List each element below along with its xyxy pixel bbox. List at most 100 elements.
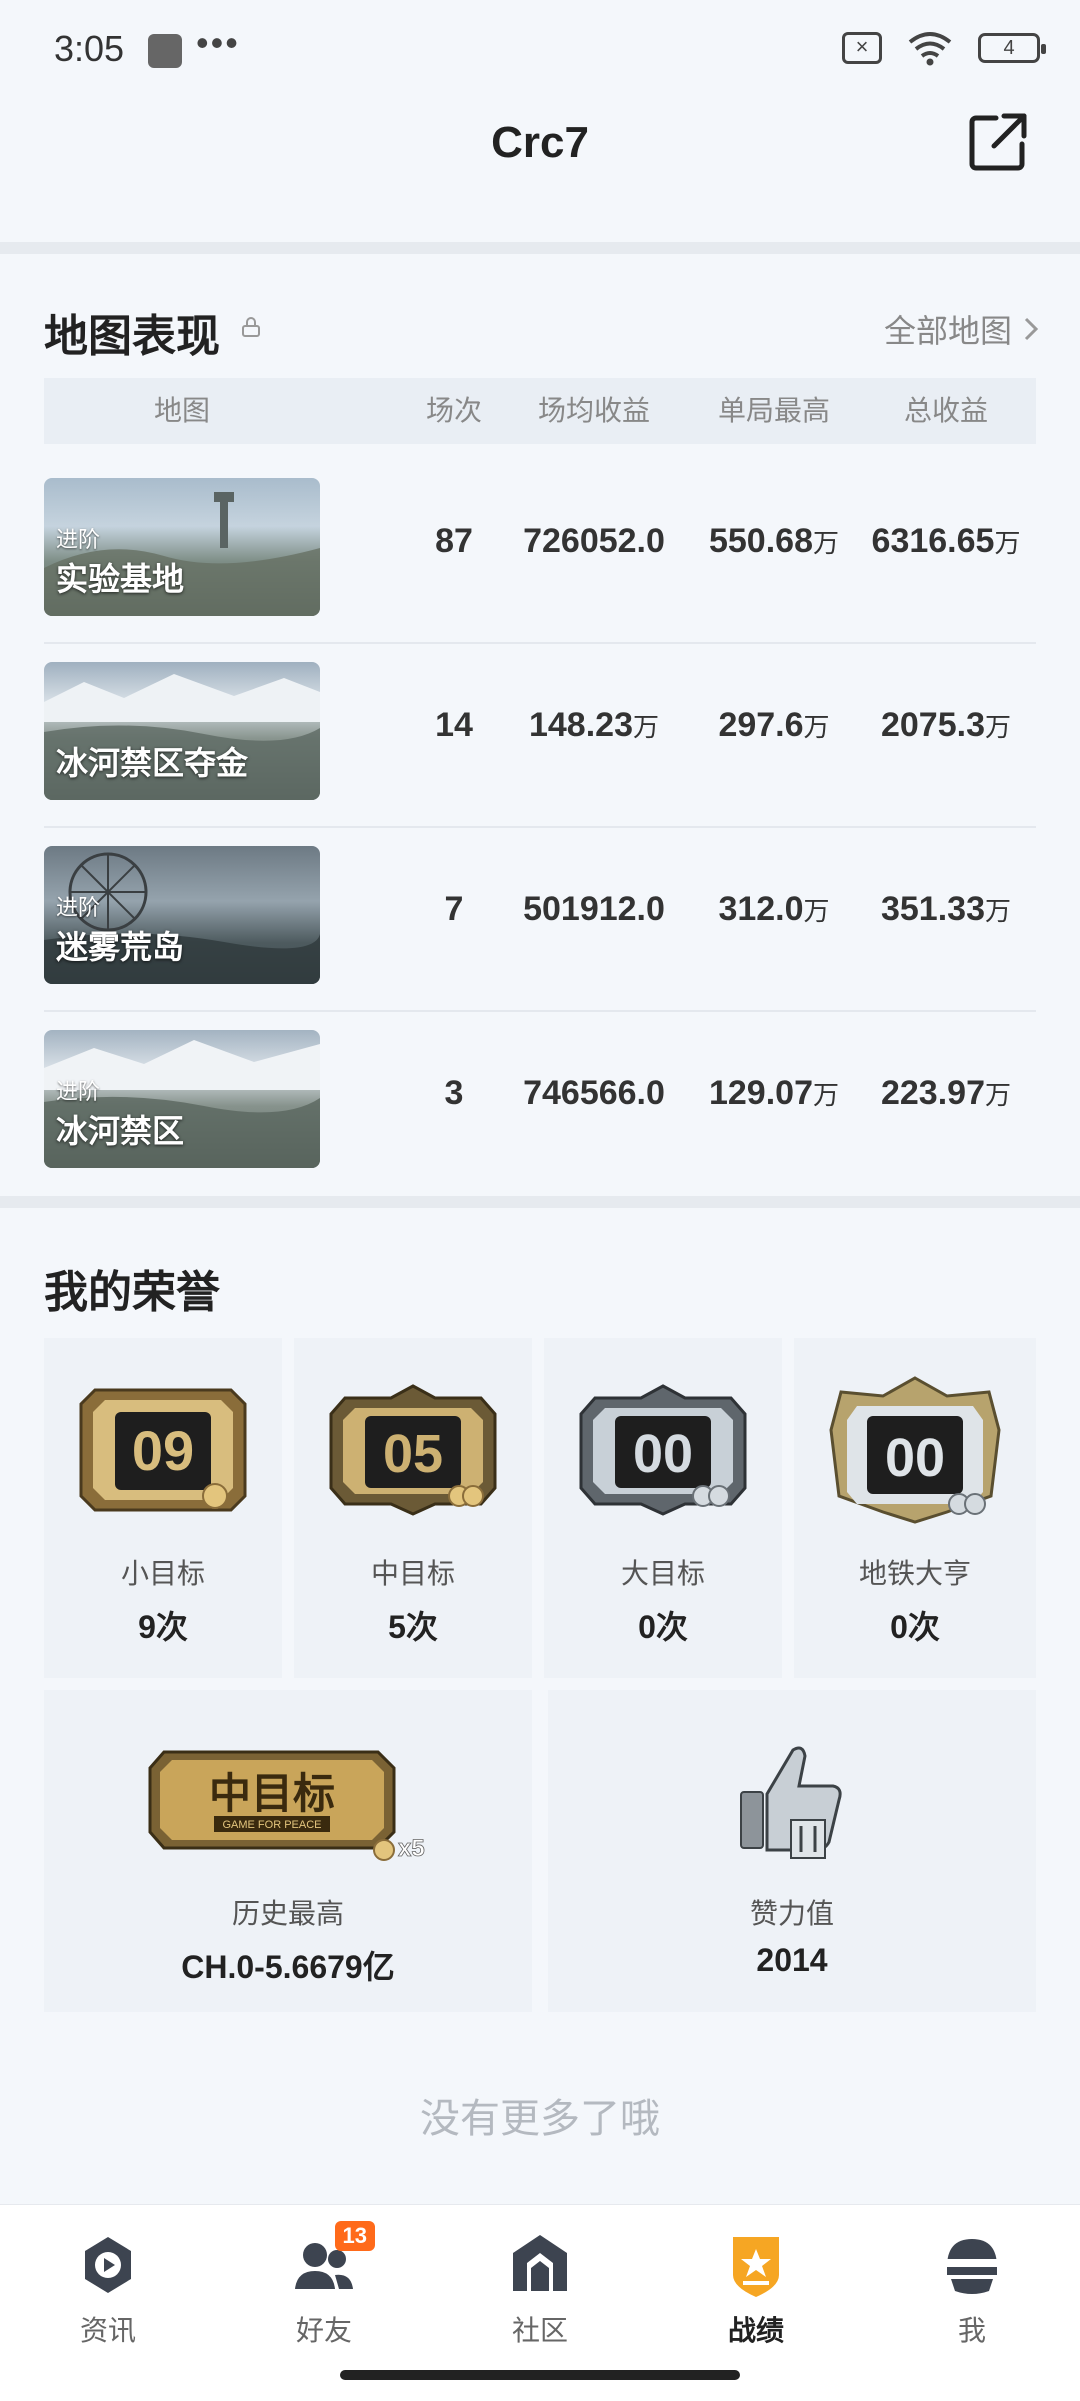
map-mode-label: 进阶 (56, 1079, 101, 1104)
small-target-badge-icon: 09 (79, 1388, 247, 1512)
map-name: 实验基地 (56, 561, 185, 597)
likes-card[interactable]: 赞力值 2014 (548, 1690, 1036, 2012)
profile-icon (937, 2231, 1007, 2301)
honor-label: 大目标 (620, 1558, 705, 1589)
honor-count: 0次 (890, 1609, 940, 1645)
total-value: 2075.3万 (856, 706, 1036, 745)
total-number: 351.33 (880, 890, 985, 928)
avg-number: 501912.0 (523, 890, 665, 928)
best-number: 129.07 (708, 1074, 813, 1112)
honor-card-metro-tycoon[interactable]: 00 地铁大亨 0次 (794, 1338, 1036, 1678)
likes-value: 2014 (756, 1942, 828, 1978)
best-number: 297.6 (718, 706, 804, 744)
total-number: 6316.65 (871, 522, 995, 560)
nav-item-community[interactable]: 社区 (460, 2231, 620, 2349)
section-divider (0, 242, 1080, 254)
share-icon[interactable] (966, 110, 1030, 174)
avg-value: 746566.0 (484, 1074, 704, 1113)
map-thumbnail: 进阶 冰河禁区 (44, 1030, 320, 1168)
battery-icon: 4 (978, 33, 1046, 63)
status-bar: 3:05 ••• × 4 (0, 0, 1080, 100)
news-icon (73, 2231, 143, 2301)
likes-label: 赞力值 (749, 1898, 834, 1929)
total-value: 6316.65万 (856, 522, 1036, 561)
map-row[interactable]: 进阶 冰河禁区 3 746566.0 129.07万 223.97万 (44, 1012, 1036, 1196)
total-value: 351.33万 (856, 890, 1036, 929)
best-unit: 万 (803, 712, 830, 742)
map-name: 冰河禁区夺金 (56, 745, 249, 781)
honor-card-big-target[interactable]: 00 大目标 0次 (544, 1338, 782, 1678)
honor-card-medium-target[interactable]: 05 中目标 5次 (294, 1338, 532, 1678)
honor-label: 中目标 (370, 1558, 455, 1589)
best-value: 312.0万 (674, 890, 874, 929)
honor-section-title: 我的荣誉 (44, 1268, 220, 1317)
best-value: 550.68万 (674, 522, 874, 561)
column-header-total: 总收益 (903, 395, 988, 426)
nav-label: 社区 (511, 2315, 568, 2346)
map-section-title: 地图表现 (44, 312, 220, 361)
nav-item-profile[interactable]: 我 (892, 2231, 1052, 2349)
honor-count: 9次 (138, 1609, 188, 1645)
metro-tycoon-badge-icon: 00 (829, 1376, 1001, 1524)
total-unit: 万 (984, 1080, 1011, 1110)
total-unit: 万 (984, 896, 1011, 926)
total-number: 223.97 (880, 1074, 985, 1112)
all-maps-link[interactable]: 全部地图 (884, 306, 1040, 352)
total-unit: 万 (984, 712, 1011, 742)
nav-label: 资讯 (79, 2315, 136, 2346)
map-mode-label: 进阶 (56, 895, 101, 920)
best-number: 312.0 (718, 890, 804, 928)
nav-label: 战绩 (727, 2315, 784, 2346)
best-number: 550.68 (708, 522, 813, 560)
history-badge-subtitle: GAME FOR PEACE (222, 1819, 321, 1831)
history-value: CH.0-5.6679亿 (181, 1949, 395, 1985)
friends-badge: 13 (334, 2221, 375, 2251)
map-row[interactable]: 进阶 迷雾荒岛 7 501912.0 312.0万 351.33万 (44, 828, 1036, 1012)
map-thumbnail: 进阶 迷雾荒岛 (44, 846, 320, 984)
badge-number: 05 (383, 1424, 443, 1484)
history-highest-card[interactable]: 中目标 GAME FOR PEACE x5 历史最高 CH.0-5.6679亿 (44, 1690, 532, 2012)
honor-card-small-target[interactable]: 09 小目标 9次 (44, 1338, 282, 1678)
friends-icon: 13 (289, 2221, 375, 2301)
total-unit: 万 (994, 528, 1021, 558)
honor-label: 地铁大亨 (858, 1558, 971, 1589)
avg-number: 746566.0 (523, 1074, 665, 1112)
history-badge-title: 中目标 (209, 1769, 335, 1818)
column-header-avg: 场均收益 (537, 395, 650, 426)
avg-value: 148.23万 (484, 706, 704, 745)
avg-value: 726052.0 (484, 522, 704, 561)
status-time: 3:05 (54, 28, 125, 69)
map-mode-label: 进阶 (56, 527, 101, 552)
nav-item-news[interactable]: 资讯 (28, 2231, 188, 2349)
total-value: 223.97万 (856, 1074, 1036, 1113)
honor-count: 5次 (388, 1609, 438, 1645)
history-badge-multiplier: x5 (398, 1835, 425, 1862)
history-label: 历史最高 (231, 1898, 344, 1929)
map-table-header: 地图 场次 场均收益 单局最高 总收益 (44, 378, 1036, 444)
avg-value: 501912.0 (484, 890, 704, 929)
honor-label: 小目标 (120, 1558, 205, 1589)
best-value: 129.07万 (674, 1074, 874, 1113)
badge-number: 00 (633, 1424, 693, 1484)
map-name: 冰河禁区 (56, 1113, 185, 1149)
badge-number: 00 (885, 1428, 945, 1488)
chevron-right-icon (1024, 317, 1039, 341)
lock-icon (242, 317, 260, 337)
map-row[interactable]: 进阶 实验基地 87 726052.0 550.68万 6316.65万 (44, 460, 1036, 644)
nav-label: 好友 (295, 2315, 352, 2346)
app-header: Crc7 (0, 100, 1080, 240)
map-name: 迷雾荒岛 (56, 929, 185, 965)
nav-item-record[interactable]: 战绩 (676, 2231, 836, 2349)
nav-item-friends[interactable]: 13 好友 (244, 2221, 404, 2349)
home-indicator[interactable] (340, 2370, 740, 2380)
no-sim-icon: × (842, 32, 882, 64)
community-icon (505, 2231, 575, 2301)
more-notifications-icon: ••• (196, 22, 240, 63)
notification-app-icon (148, 34, 182, 68)
thumbs-up-icon (740, 1746, 842, 1859)
map-row[interactable]: 冰河禁区夺金 14 148.23万 297.6万 2075.3万 (44, 644, 1036, 828)
best-unit: 万 (812, 528, 839, 558)
all-maps-label: 全部地图 (883, 313, 1012, 349)
record-icon (721, 2231, 791, 2301)
page-title: Crc7 (491, 118, 589, 167)
